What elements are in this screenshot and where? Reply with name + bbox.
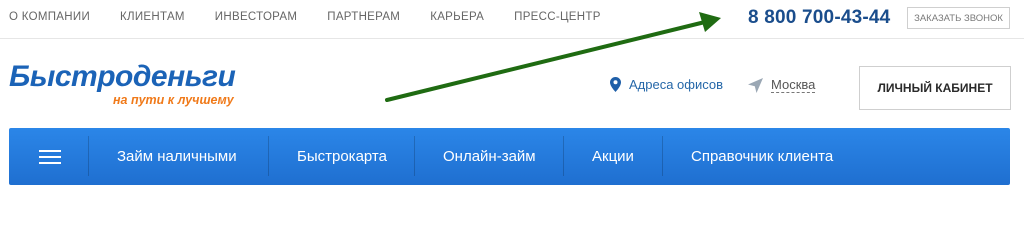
annotation-arrow <box>385 12 721 102</box>
